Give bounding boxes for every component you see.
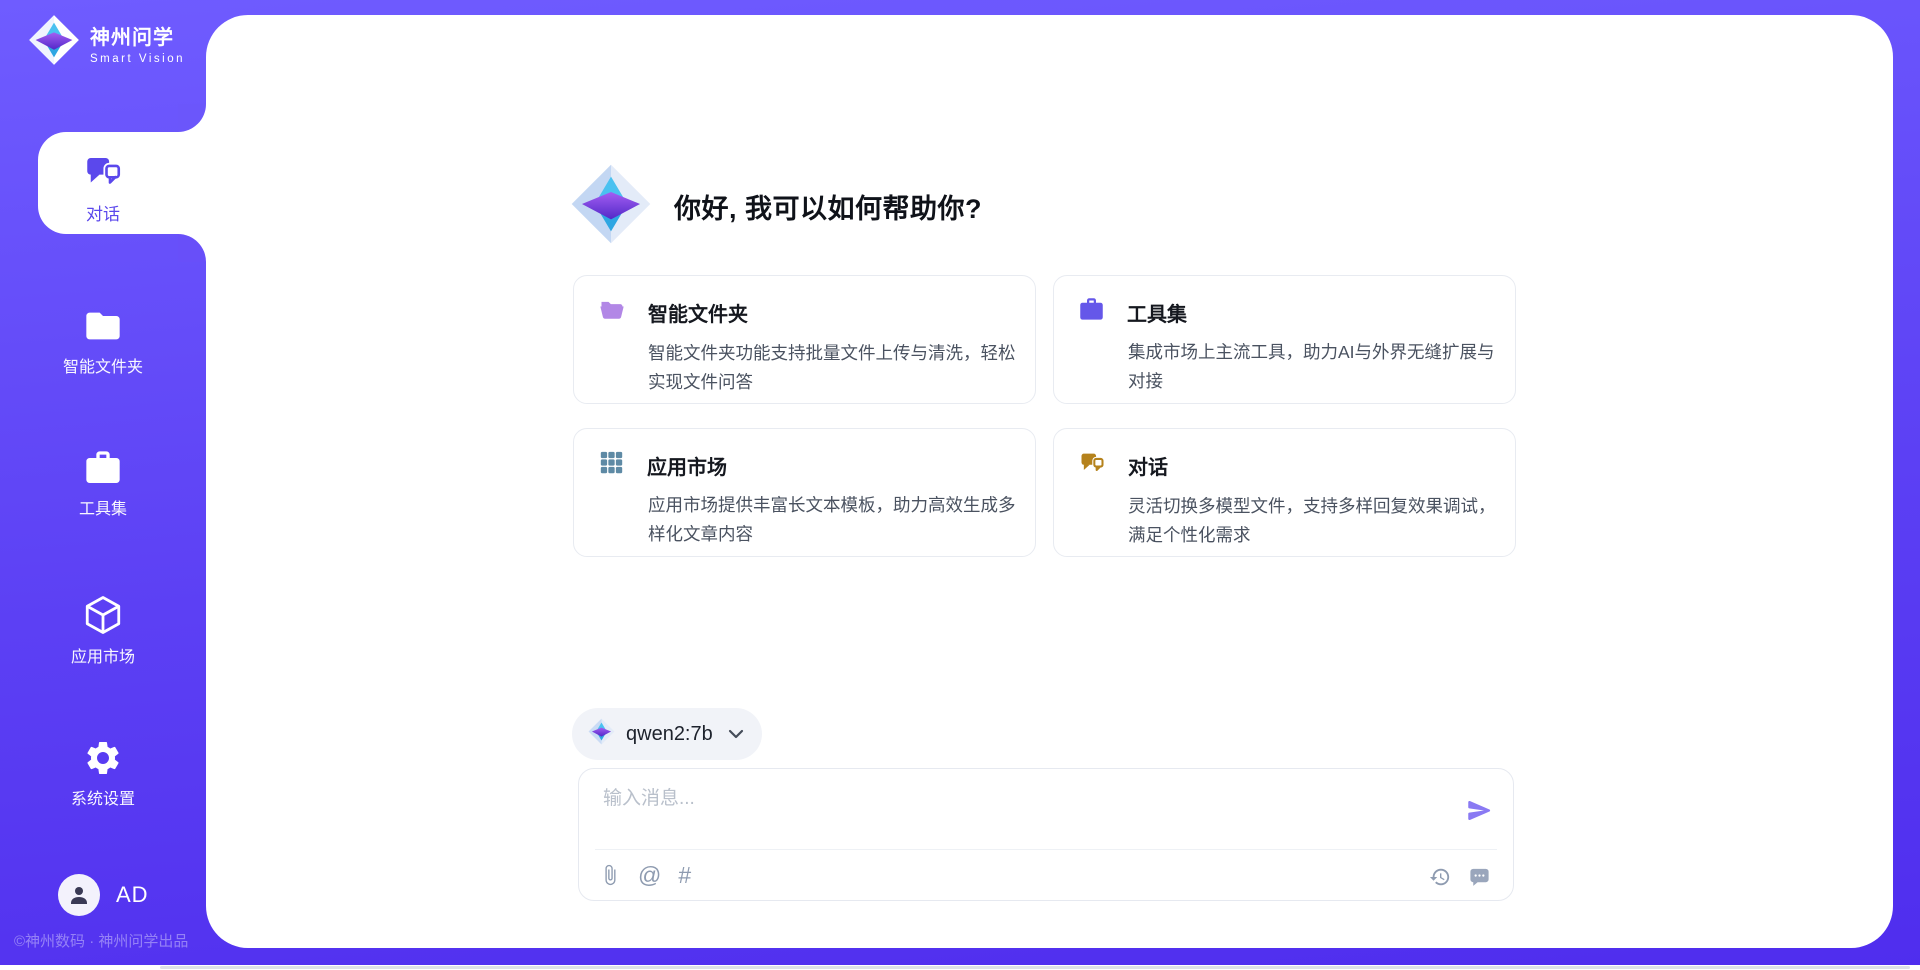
send-icon[interactable] [1466,797,1493,824]
sidebar-item-label: 应用市场 [3,643,203,667]
brand-title: 神州问学 [90,27,174,49]
card-app-market[interactable]: 应用市场 应用市场提供丰富长文本模板，助力高效生成多样化文章内容 [573,428,1036,557]
history-icon[interactable] [1429,866,1451,888]
chat-icon [1078,449,1106,482]
greeting-diamond-icon [570,163,652,250]
sidebar: 神州问学 Smart Vision [0,0,206,970]
user-account[interactable]: AD [58,874,149,916]
card-title: 应用市场 [647,451,727,480]
card-smart-folder[interactable]: 智能文件夹 智能文件夹功能支持批量文件上传与清洗，轻松实现文件问答 [573,275,1036,404]
feedback-icon[interactable] [1468,865,1491,888]
folder-icon [3,306,203,346]
card-chat[interactable]: 对话 灵活切换多模型文件，支持多样回复效果调试，满足个性化需求 [1053,428,1516,557]
hash-icon[interactable]: # [678,863,691,887]
brand-diamond-icon [28,14,80,71]
grid-icon [598,449,625,481]
at-icon[interactable]: @ [638,863,661,887]
sidebar-item-label: 工具集 [3,495,203,519]
card-description: 应用市场提供丰富长文本模板，助力高效生成多样化文章内容 [648,491,1020,549]
sidebar-item-label: 系统设置 [3,785,203,809]
toolbox-icon [3,448,203,488]
attachment-icon[interactable] [599,863,621,887]
copyright-footer: ©神州数码 · 神州问学出品 [14,930,204,951]
card-title: 对话 [1128,451,1168,480]
folder-open-icon [598,296,626,329]
brand-logo: 神州问学 Smart Vision [28,14,185,71]
sidebar-item-app-market[interactable]: 应用市场 [3,594,203,667]
greeting: 你好, 我可以如何帮助你? [570,163,982,250]
composer-divider [595,849,1497,850]
card-title: 智能文件夹 [648,298,748,327]
card-description: 智能文件夹功能支持批量文件上传与清洗，轻松实现文件问答 [648,339,1020,397]
model-diamond-icon [588,718,615,750]
app-window: 神州问学 Smart Vision [0,0,1920,970]
greeting-text: 你好, 我可以如何帮助你? [674,187,982,226]
tab-fillet-top [178,104,206,132]
message-composer: @ # [578,768,1514,901]
card-description: 灵活切换多模型文件，支持多样回复效果调试，满足个性化需求 [1128,492,1500,550]
message-input[interactable] [603,782,1303,816]
sidebar-item-label: 智能文件夹 [3,353,203,377]
sidebar-item-label: 对话 [3,200,203,225]
sidebar-item-toolkit[interactable]: 工具集 [3,448,203,519]
avatar [58,874,100,916]
scrollbar-thumb[interactable] [160,966,1910,969]
brand-subtitle: Smart Vision [90,53,185,65]
toolbox-icon [1078,296,1105,328]
chevron-down-icon [728,729,744,739]
horizontal-scrollbar[interactable] [0,965,1920,970]
tab-fillet-bottom [178,234,206,262]
gear-icon [3,738,203,778]
sidebar-item-chat[interactable]: 对话 [3,151,203,225]
sidebar-item-smart-folder[interactable]: 智能文件夹 [3,306,203,377]
card-title: 工具集 [1127,298,1187,327]
model-selector[interactable]: qwen2:7b [572,708,762,760]
model-name: qwen2:7b [626,723,713,746]
user-initials: AD [116,882,149,908]
card-toolkit[interactable]: 工具集 集成市场上主流工具，助力AI与外界无缝扩展与对接 [1053,275,1516,404]
card-description: 集成市场上主流工具，助力AI与外界无缝扩展与对接 [1128,338,1500,396]
chat-icon [3,151,203,193]
sidebar-item-settings[interactable]: 系统设置 [3,738,203,809]
cube-icon [3,594,203,636]
